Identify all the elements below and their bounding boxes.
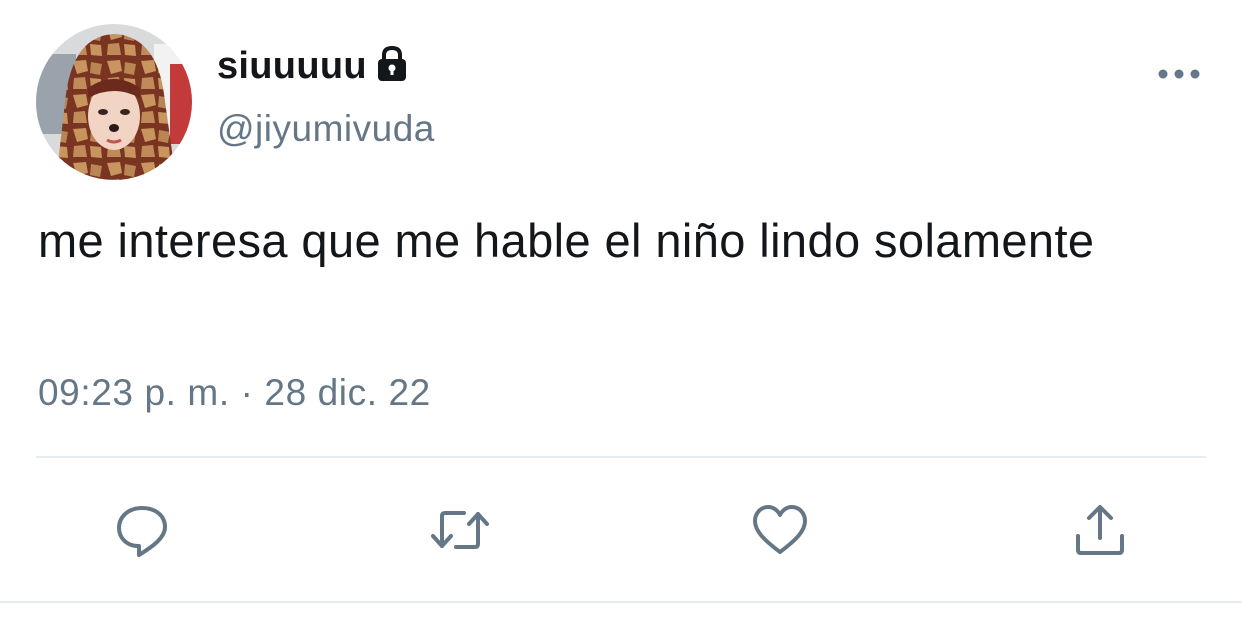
avatar-image xyxy=(36,24,192,180)
share-icon xyxy=(1076,505,1124,555)
divider xyxy=(36,456,1206,458)
retweet-icon xyxy=(431,511,489,549)
retweet-button[interactable] xyxy=(428,498,492,562)
tweet-text: me interesa que me hable el niño lindo s… xyxy=(38,214,1095,267)
user-handle[interactable]: @jiyumivuda xyxy=(217,108,435,150)
lock-icon xyxy=(375,45,409,83)
reply-icon xyxy=(117,506,167,557)
author-row[interactable]: siuuuuu xyxy=(217,38,409,94)
tweet-timestamp[interactable]: 09:23 p. m. · 28 dic. 22 xyxy=(38,372,431,414)
display-name[interactable]: siuuuuu xyxy=(217,45,367,88)
divider xyxy=(0,601,1242,603)
more-options-icon[interactable] xyxy=(1156,62,1202,86)
share-button[interactable] xyxy=(1068,498,1132,562)
avatar[interactable] xyxy=(36,24,192,180)
heart-icon xyxy=(753,505,807,554)
like-button[interactable] xyxy=(748,498,812,562)
reply-button[interactable] xyxy=(110,498,174,562)
